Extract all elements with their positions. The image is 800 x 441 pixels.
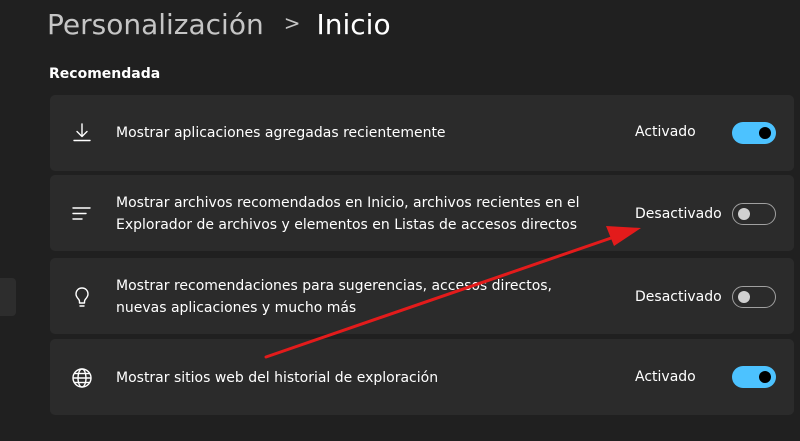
recommendations-toggle[interactable] — [732, 286, 776, 308]
breadcrumb-separator: > — [283, 11, 301, 35]
setting-label: Mostrar archivos recomendados en Inicio,… — [116, 195, 580, 233]
globe-icon — [70, 366, 94, 390]
setting-label: Mostrar sitios web del historial de expl… — [116, 370, 439, 386]
section-title: Recomendada — [49, 66, 161, 82]
setting-recent-apps[interactable]: Mostrar aplicaciones agregadas recientem… — [50, 95, 794, 171]
toggle-state-label: Desactivado — [635, 289, 722, 305]
toggle-knob — [738, 291, 750, 303]
setting-browsing-history[interactable]: Mostrar sitios web del historial de expl… — [50, 339, 794, 415]
toggle-state-label: Desactivado — [635, 206, 722, 222]
setting-recommendations[interactable]: Mostrar recomendaciones para sugerencias… — [50, 258, 794, 334]
page-title: Inicio — [316, 7, 391, 41]
breadcrumb: Personalización > Inicio — [47, 2, 391, 46]
setting-label: Mostrar aplicaciones agregadas recientem… — [116, 125, 446, 141]
list-lines-icon — [70, 202, 94, 226]
toggle-knob — [759, 371, 771, 383]
lightbulb-icon — [70, 285, 94, 309]
toggle-state-label: Activado — [635, 369, 696, 385]
toggle-state-label: Activado — [635, 124, 696, 140]
setting-label: Mostrar recomendaciones para sugerencias… — [116, 278, 553, 316]
toggle-knob — [738, 208, 750, 220]
recent-apps-toggle[interactable] — [732, 122, 776, 144]
download-icon — [70, 121, 94, 145]
recommended-files-toggle[interactable] — [732, 203, 776, 225]
browsing-history-toggle[interactable] — [732, 366, 776, 388]
nav-pane-edge — [0, 278, 16, 316]
toggle-knob — [759, 127, 771, 139]
settings-page: Personalización > Inicio Recomendada Mos… — [0, 0, 800, 441]
setting-recommended-files[interactable]: Mostrar archivos recomendados en Inicio,… — [50, 175, 794, 251]
breadcrumb-parent[interactable]: Personalización — [47, 8, 264, 41]
